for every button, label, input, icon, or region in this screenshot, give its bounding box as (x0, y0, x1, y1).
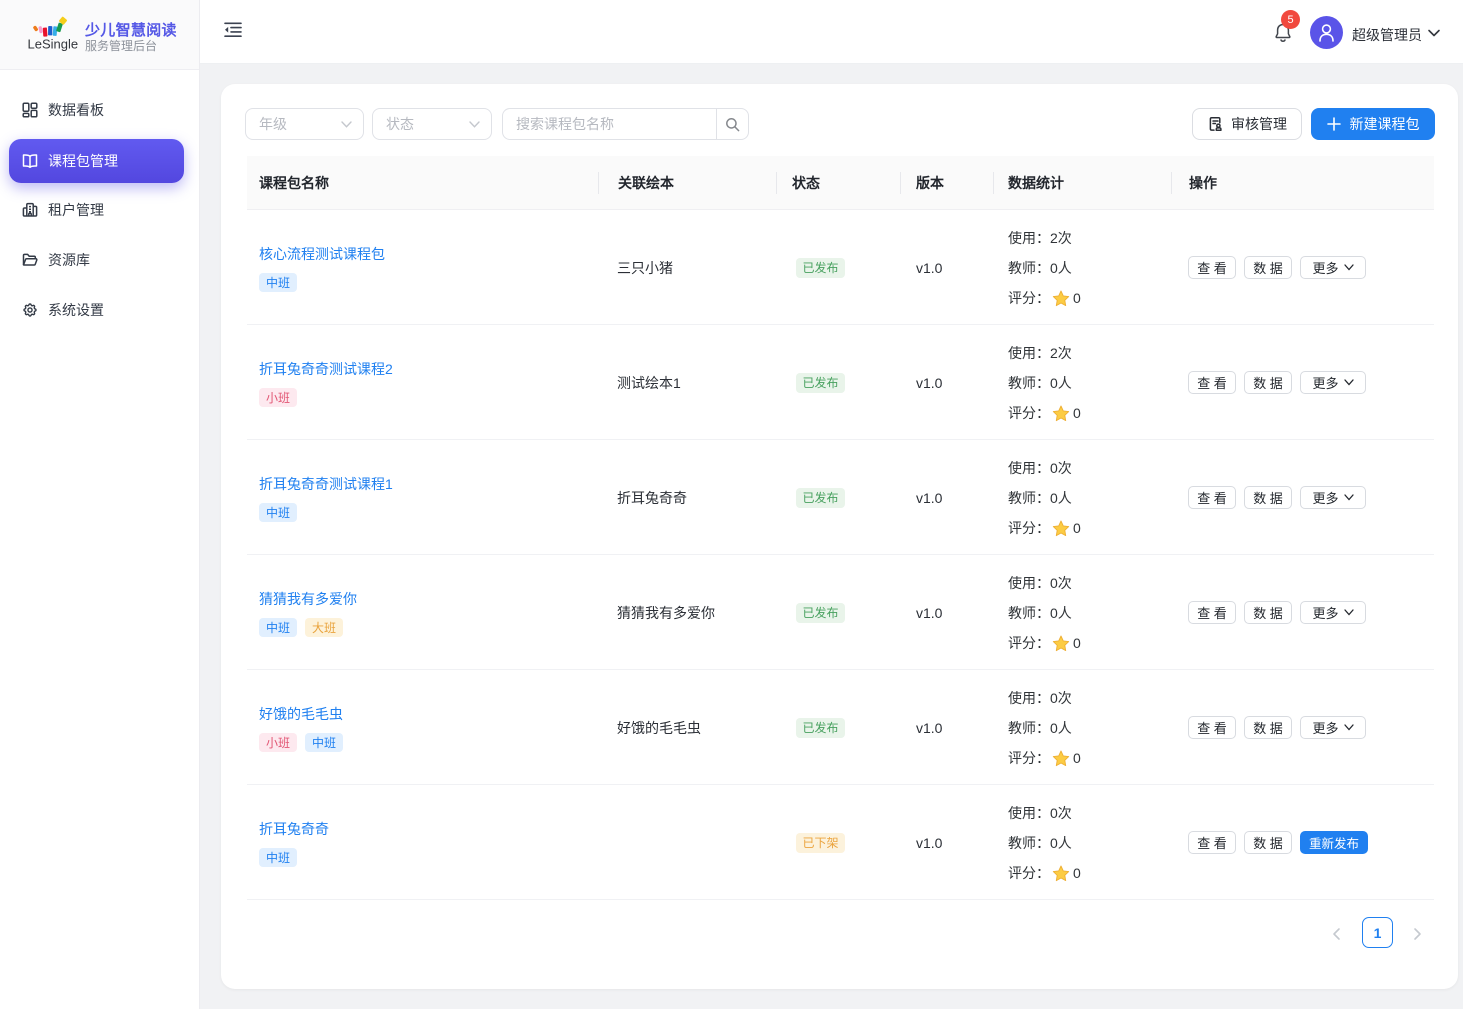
svg-text:LeSingle: LeSingle (28, 37, 79, 52)
